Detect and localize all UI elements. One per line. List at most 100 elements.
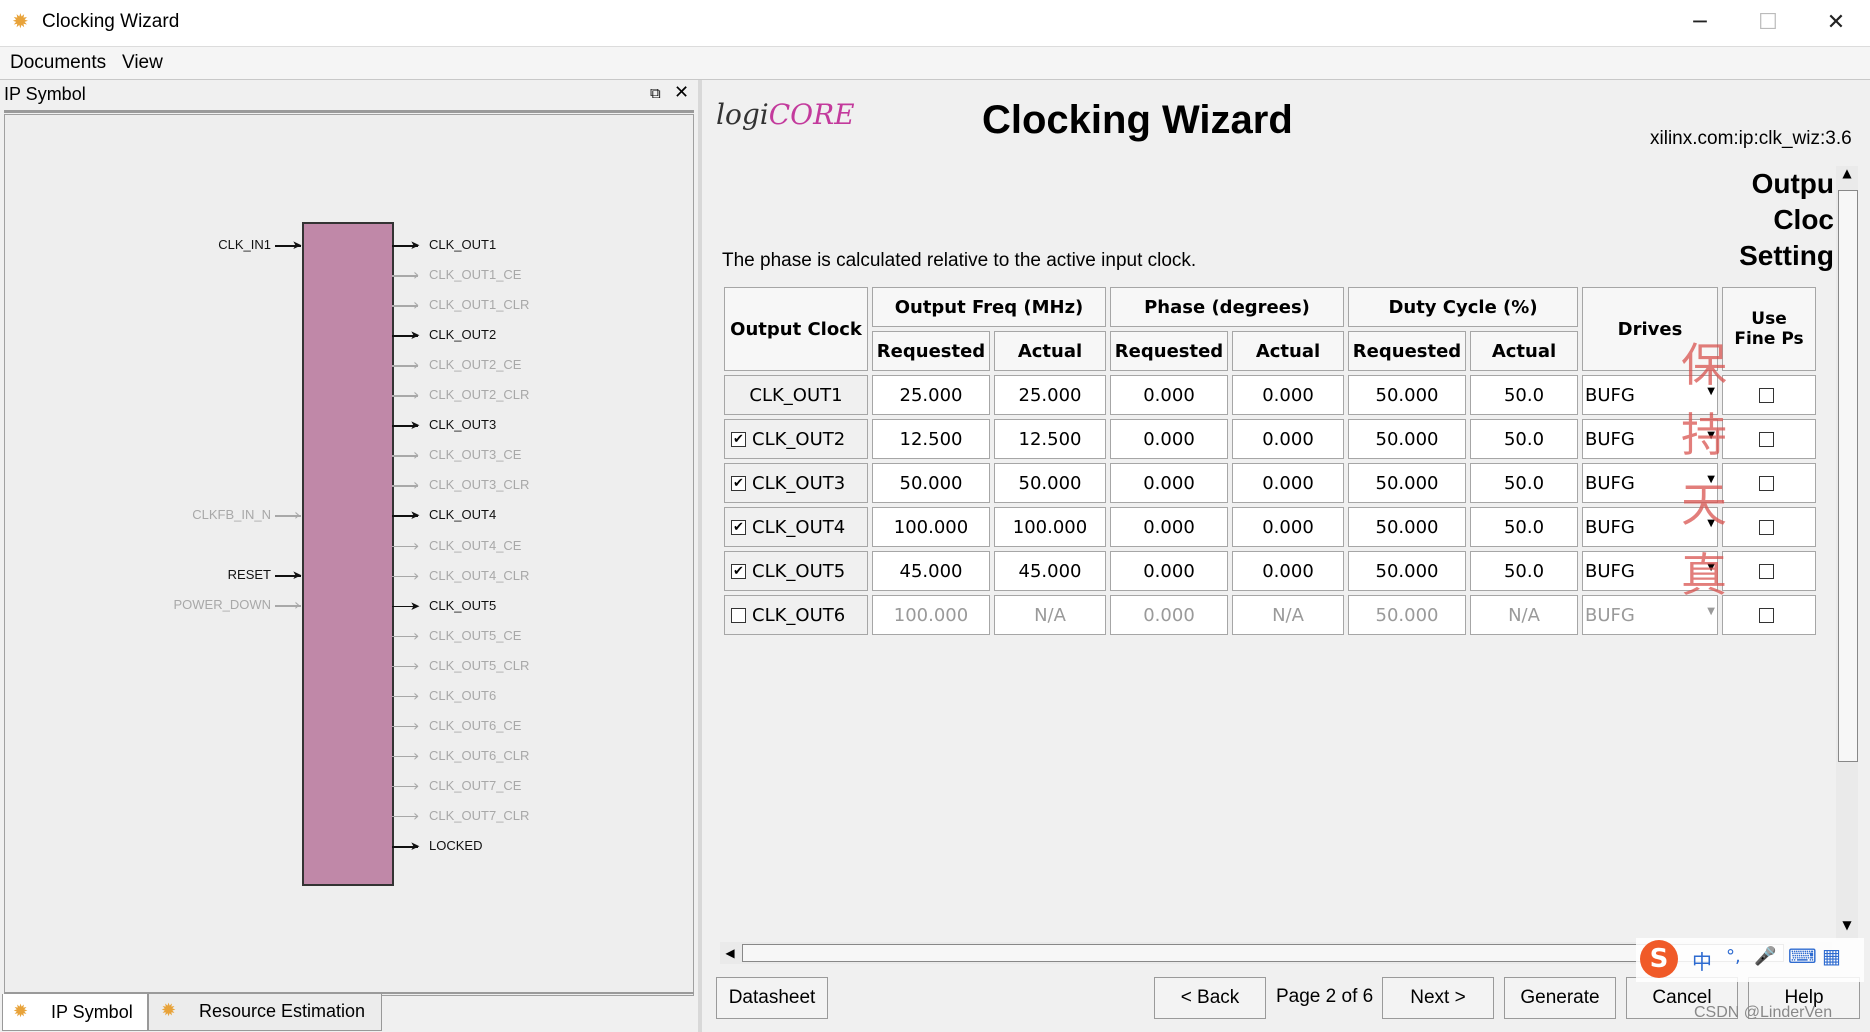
section-title-line2: Cloc <box>1773 204 1834 235</box>
duty-requested-input[interactable]: 50.000 <box>1348 375 1466 415</box>
pin-arrow-icon: › <box>294 595 301 614</box>
output-pin-label: CLK_OUT7_CE <box>429 777 522 793</box>
freq-actual: 100.000 <box>994 507 1106 547</box>
app-icon: ✹ <box>12 9 29 33</box>
tab-ip-symbol-label: IP Symbol <box>51 1002 133 1022</box>
scroll-thumb[interactable] <box>1838 190 1858 762</box>
ip-identifier: xilinx.com:ip:clk_wiz:3.6 <box>1650 128 1852 149</box>
clock-name: CLK_OUT4 <box>752 516 846 538</box>
duty-actual: 50.0 <box>1470 507 1578 547</box>
scroll-left-arrow[interactable]: ◀ <box>720 942 740 964</box>
restore-panel-icon[interactable]: ⧉ <box>650 84 661 102</box>
maximize-button[interactable]: ☐ <box>1738 6 1798 40</box>
output-pin-label: CLK_OUT4_CE <box>429 537 522 553</box>
clock-name: CLK_OUT3 <box>752 472 846 494</box>
freq-actual: 25.000 <box>994 375 1106 415</box>
fine-ps-checkbox[interactable] <box>1758 388 1774 403</box>
fine-ps-checkbox[interactable] <box>1758 476 1774 491</box>
section-title-line1: Outpu <box>1751 168 1834 199</box>
scroll-down-arrow[interactable]: ▼ <box>1836 918 1858 940</box>
output-pin-label: CLK_OUT4 <box>429 507 497 523</box>
duty-requested-input[interactable]: 50.000 <box>1348 507 1466 547</box>
datasheet-button[interactable]: Datasheet <box>716 977 828 1019</box>
duty-actual: 50.0 <box>1470 551 1578 591</box>
col-freq-actual: Actual <box>994 331 1106 371</box>
fine-ps-checkbox[interactable] <box>1758 608 1774 623</box>
phase-actual: 0.000 <box>1232 375 1344 415</box>
phase-requested-input[interactable]: 0.000 <box>1110 419 1228 459</box>
pin-arrow-icon: › <box>413 715 420 735</box>
phase-actual: N/A <box>1232 595 1344 635</box>
input-pin-label: POWER_DOWN <box>173 597 272 612</box>
col-phase-actual: Actual <box>1232 331 1344 371</box>
pin-arrow-icon: › <box>413 685 420 705</box>
enable-checkbox[interactable]: ✔ <box>731 564 746 579</box>
freq-actual: N/A <box>994 595 1106 635</box>
scroll-up-arrow[interactable]: ▲ <box>1836 166 1858 188</box>
col-duty-actual: Actual <box>1470 331 1578 371</box>
enable-checkbox[interactable]: ✔ <box>731 432 746 447</box>
microphone-icon[interactable]: 🎤 <box>1754 946 1776 967</box>
h-scroll-thumb[interactable] <box>742 944 1784 962</box>
enable-checkbox[interactable]: ✔ <box>731 476 746 491</box>
logo-prefix: logi <box>716 98 769 131</box>
phase-actual: 0.000 <box>1232 463 1344 503</box>
table-row: ✔ CLK_OUT3 50.000 50.000 0.000 0.000 50.000 50.… <box>724 463 1816 503</box>
close-panel-icon[interactable]: ✕ <box>674 82 689 103</box>
grid-menu-icon[interactable]: ▦ <box>1822 944 1841 968</box>
pin-arrow-icon: › <box>413 445 420 465</box>
pin-arrow-icon: › <box>413 775 420 795</box>
ime-chinese-icon[interactable]: 中 <box>1692 946 1712 975</box>
duty-requested-input[interactable]: 50.000 <box>1348 551 1466 591</box>
panel-title: IP Symbol <box>4 84 86 104</box>
section-title: Outpu Cloc Setting <box>1700 166 1834 274</box>
input-pin-label: RESET <box>227 567 271 582</box>
vertical-scrollbar[interactable]: ▲ ▼ <box>1836 166 1858 940</box>
fine-ps-checkbox[interactable] <box>1758 564 1774 579</box>
freq-requested-input: 100.000 <box>872 595 990 635</box>
duty-requested-input[interactable]: 50.000 <box>1348 463 1466 503</box>
tab-ip-symbol[interactable]: ✹ IP Symbol <box>2 994 148 1031</box>
fine-ps-cell <box>1722 419 1816 459</box>
menu-documents[interactable]: Documents <box>10 52 106 74</box>
generate-button[interactable]: Generate <box>1504 977 1616 1019</box>
phase-requested-input[interactable]: 0.000 <box>1110 375 1228 415</box>
table-row: CLK_OUT6 100.000 N/A 0.000 N/A 50.000 N/A BUFG ▼ <box>724 595 1816 635</box>
ip-symbol-panel: IP Symbol ⧉ ✕ ➤ CLK_OUT1 › CLK_OUT1_CE › CLK_… <box>0 80 702 1032</box>
back-button[interactable]: < Back <box>1154 977 1266 1019</box>
freq-requested-input[interactable]: 100.000 <box>872 507 990 547</box>
enable-checkbox[interactable] <box>731 608 746 623</box>
duty-requested-input[interactable]: 50.000 <box>1348 419 1466 459</box>
output-pin-label: CLK_OUT5_CE <box>429 627 522 643</box>
output-pin-label: CLK_OUT2_CE <box>429 357 522 373</box>
enable-checkbox[interactable]: ✔ <box>731 520 746 535</box>
close-button[interactable]: ✕ <box>1806 6 1866 40</box>
fine-ps-checkbox[interactable] <box>1758 520 1774 535</box>
freq-requested-input[interactable]: 50.000 <box>872 463 990 503</box>
freq-requested-input[interactable]: 12.500 <box>872 419 990 459</box>
keyboard-icon[interactable]: ⌨ <box>1788 944 1817 968</box>
output-pin-label: CLK_OUT4_CLR <box>429 567 530 583</box>
minimize-button[interactable]: ─ <box>1670 6 1730 40</box>
menu-view[interactable]: View <box>122 52 163 74</box>
fine-ps-cell <box>1722 375 1816 415</box>
drives-value: BUFG <box>1585 560 1635 582</box>
fine-ps-checkbox[interactable] <box>1758 432 1774 447</box>
tab-resource-estimation[interactable]: ✹ Resource Estimation <box>148 994 382 1031</box>
next-button[interactable]: Next > <box>1382 977 1494 1019</box>
ime-punct-icon[interactable]: °, <box>1726 946 1741 967</box>
freq-requested-input[interactable]: 25.000 <box>872 375 990 415</box>
phase-requested-input[interactable]: 0.000 <box>1110 551 1228 591</box>
ip-symbol-tab-icon: ✹ <box>13 1001 29 1022</box>
pin-arrow-icon: › <box>413 355 420 375</box>
output-pin-label: CLK_OUT7_CLR <box>429 807 530 823</box>
col-output-clock: Output Clock <box>724 287 868 371</box>
freq-requested-input[interactable]: 45.000 <box>872 551 990 591</box>
phase-requested-input[interactable]: 0.000 <box>1110 507 1228 547</box>
phase-requested-input[interactable]: 0.000 <box>1110 463 1228 503</box>
ime-toolbar[interactable]: S 中 °, 🎤 ⌨ ▦ <box>1636 938 1864 982</box>
clock-name-cell: ✔ CLK_OUT4 <box>724 507 868 547</box>
clock-name: CLK_OUT6 <box>752 604 846 626</box>
fine-ps-line1: Use <box>1751 309 1787 329</box>
resource-tab-icon: ✹ <box>161 1000 177 1021</box>
